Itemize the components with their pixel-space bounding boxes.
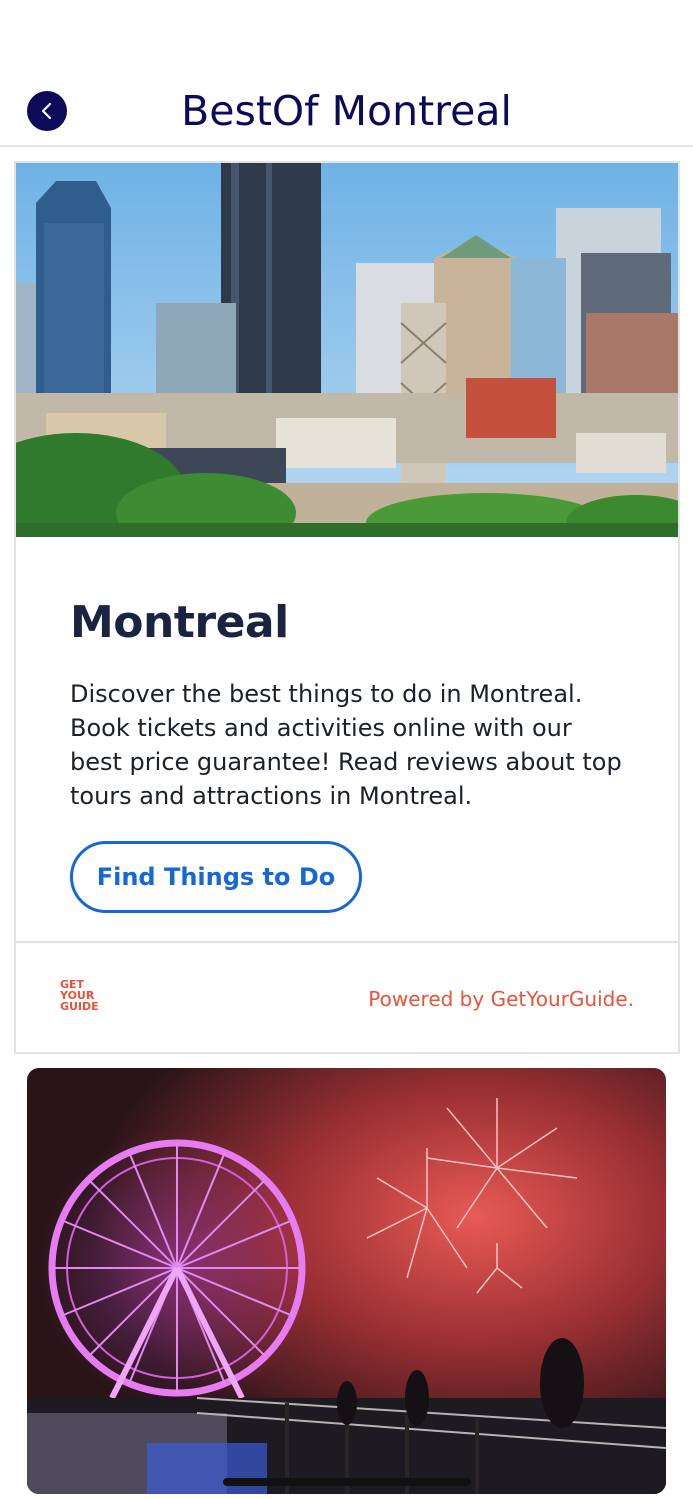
home-indicator[interactable] xyxy=(223,1478,471,1486)
powered-by-link[interactable]: Powered by GetYourGuide. xyxy=(368,987,634,1011)
find-things-button[interactable]: Find Things to Do xyxy=(70,841,362,913)
city-card: Montreal Discover the best things to do … xyxy=(14,161,680,1054)
getyourguide-logo: GET YOUR GUIDE xyxy=(60,978,99,1013)
card-footer: GET YOUR GUIDE Powered by GetYourGuide. xyxy=(16,941,678,1052)
ferris-wheel-fireworks-image[interactable] xyxy=(27,1068,666,1494)
header-bar: BestOf Montreal xyxy=(0,0,693,147)
montreal-skyline-image xyxy=(16,163,678,537)
page-title: BestOf Montreal xyxy=(181,87,512,135)
card-body: Montreal Discover the best things to do … xyxy=(16,537,678,941)
city-name: Montreal xyxy=(70,597,289,648)
city-description: Discover the best things to do in Montre… xyxy=(70,680,622,810)
